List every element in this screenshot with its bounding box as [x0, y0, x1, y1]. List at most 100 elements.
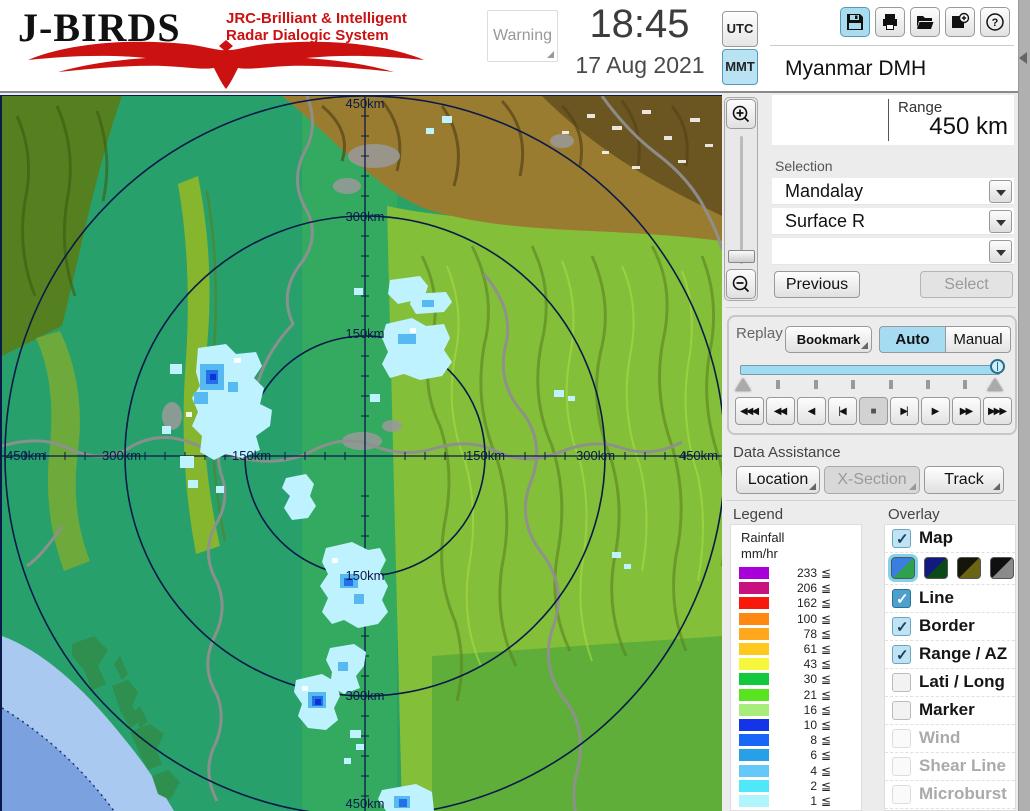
- manual-mode-button[interactable]: Manual: [945, 326, 1011, 353]
- mmt-button[interactable]: MMT: [722, 49, 758, 85]
- checkbox[interactable]: [892, 529, 911, 548]
- zoom-slider-track[interactable]: [740, 136, 743, 264]
- checkbox: [892, 785, 911, 804]
- legend-row: 30 ≦: [731, 672, 863, 687]
- legend-row: 233 ≦: [731, 566, 863, 581]
- option-dropdown[interactable]: [772, 238, 1014, 265]
- overlay-item-range-az[interactable]: Range / AZ: [885, 641, 1015, 669]
- zoom-out-button[interactable]: [726, 269, 756, 299]
- legend-color-swatch: [739, 764, 769, 777]
- product-dropdown[interactable]: Surface R: [772, 208, 1014, 235]
- legend-color-swatch: [739, 734, 769, 747]
- svg-text:300km: 300km: [576, 448, 615, 463]
- help-button[interactable]: ?: [980, 7, 1010, 37]
- overlay-item-border[interactable]: Border: [885, 613, 1015, 641]
- replay-slider-handle[interactable]: [990, 359, 1005, 374]
- step-back-button[interactable]: |◀: [828, 397, 857, 425]
- logo-title: J-BIRDS: [18, 5, 181, 50]
- legend-color-swatch: [739, 643, 769, 655]
- xsection-button[interactable]: X-Section: [824, 466, 920, 494]
- legend-value: 21: [803, 687, 817, 702]
- less-equal-symbol: ≦: [821, 611, 832, 626]
- open-folder-button[interactable]: [910, 7, 940, 37]
- printer-icon: [883, 14, 897, 30]
- help-icon: ?: [986, 13, 1004, 31]
- legend-card: Rainfall mm/hr 233 ≦ 206 ≦ 162 ≦ 100 ≦ 78 ≦ 61 ≦ 43 ≦…: [730, 524, 862, 811]
- checkbox[interactable]: [892, 701, 911, 720]
- checkbox[interactable]: [892, 617, 911, 636]
- slider-tick: [851, 380, 855, 389]
- dropdown-button[interactable]: [989, 240, 1012, 263]
- less-equal-symbol: ≦: [821, 702, 832, 717]
- overlay-item-microburst: Microburst: [885, 781, 1015, 809]
- clock-time: 18:45: [589, 2, 690, 46]
- utc-button[interactable]: UTC: [722, 11, 758, 47]
- map-style-dark[interactable]: [924, 557, 948, 579]
- forward-fast-button[interactable]: ▶▶▶: [983, 397, 1012, 425]
- rewind-button[interactable]: ◀◀: [766, 397, 795, 425]
- legend-value: 4: [810, 763, 817, 778]
- radar-map[interactable]: 450km 300km 150km 150km 300km 450km 450k…: [0, 95, 722, 811]
- slider-end-marker[interactable]: [987, 378, 1003, 391]
- location-button[interactable]: Location: [736, 466, 820, 494]
- logo-subtitle-line2: Radar Dialogic System: [226, 27, 389, 44]
- legend-value: 6: [810, 748, 817, 763]
- dropdown-button[interactable]: [989, 210, 1012, 233]
- map-style-swatches: [885, 553, 1015, 585]
- legend-value: 2: [810, 778, 817, 793]
- collapse-arrow-icon: [1019, 52, 1027, 64]
- divider: [888, 99, 889, 141]
- slider-start-marker[interactable]: [735, 378, 751, 391]
- legend-row: 2 ≦: [731, 779, 863, 794]
- previous-button[interactable]: Previous: [774, 271, 860, 298]
- legend-row: 162 ≦: [731, 596, 863, 611]
- print-button[interactable]: [875, 7, 905, 37]
- less-equal-symbol: ≦: [821, 748, 832, 763]
- step-forward-button[interactable]: ▶|: [890, 397, 919, 425]
- add-image-button[interactable]: [945, 7, 975, 37]
- site-dropdown[interactable]: Mandalay: [772, 178, 1014, 205]
- panel-collapse-strip[interactable]: [1018, 0, 1030, 811]
- forward-button[interactable]: ▶▶: [952, 397, 981, 425]
- legend-row: 10 ≦: [731, 718, 863, 733]
- replay-slider-track[interactable]: [740, 365, 1000, 375]
- overlay-item-map[interactable]: Map: [885, 525, 1015, 553]
- bookmark-button[interactable]: Bookmark: [785, 326, 872, 353]
- zoom-out-icon: [732, 275, 750, 293]
- legend-row: 16 ≦: [731, 703, 863, 718]
- range-value: 450 km: [929, 113, 1008, 140]
- legend-row: 43 ≦: [731, 657, 863, 672]
- corner-triangle-icon: [547, 51, 554, 58]
- map-style-gray[interactable]: [990, 557, 1014, 579]
- checkbox[interactable]: [892, 645, 911, 664]
- overlay-item-lati-long[interactable]: Lati / Long: [885, 669, 1015, 697]
- dropdown-button[interactable]: [989, 180, 1012, 203]
- rewind-fast-button[interactable]: ◀◀◀: [735, 397, 764, 425]
- less-equal-symbol: ≦: [821, 626, 832, 641]
- legend-color-swatch: [739, 567, 769, 579]
- auto-mode-button[interactable]: Auto: [879, 326, 945, 353]
- track-button[interactable]: Track: [924, 466, 1004, 494]
- map-style-terrain[interactable]: [888, 554, 918, 582]
- map-style-olive[interactable]: [957, 557, 981, 579]
- map-zoom-widget: [724, 97, 758, 301]
- overlay-item-line[interactable]: Line: [885, 585, 1015, 613]
- zoom-slider-handle[interactable]: [728, 250, 755, 263]
- play-button[interactable]: ▶: [921, 397, 950, 425]
- less-equal-symbol: ≦: [821, 733, 832, 748]
- save-button[interactable]: [840, 7, 870, 37]
- checkbox[interactable]: [892, 589, 911, 608]
- legend-value: 78: [803, 626, 817, 641]
- select-button[interactable]: Select: [920, 271, 1013, 298]
- logo-subtitle-line1: JRC-Brilliant & Intelligent: [226, 10, 407, 27]
- play-reverse-button[interactable]: ◀: [797, 397, 826, 425]
- slider-tick: [963, 380, 967, 389]
- legend-value: 233: [796, 566, 817, 580]
- zoom-in-button[interactable]: [726, 99, 756, 129]
- warning-button[interactable]: Warning: [487, 10, 558, 62]
- legend-row: 4 ≦: [731, 764, 863, 779]
- checkbox[interactable]: [892, 673, 911, 692]
- stop-button[interactable]: ■: [859, 397, 888, 425]
- less-equal-symbol: ≦: [821, 778, 832, 793]
- overlay-item-marker[interactable]: Marker: [885, 697, 1015, 725]
